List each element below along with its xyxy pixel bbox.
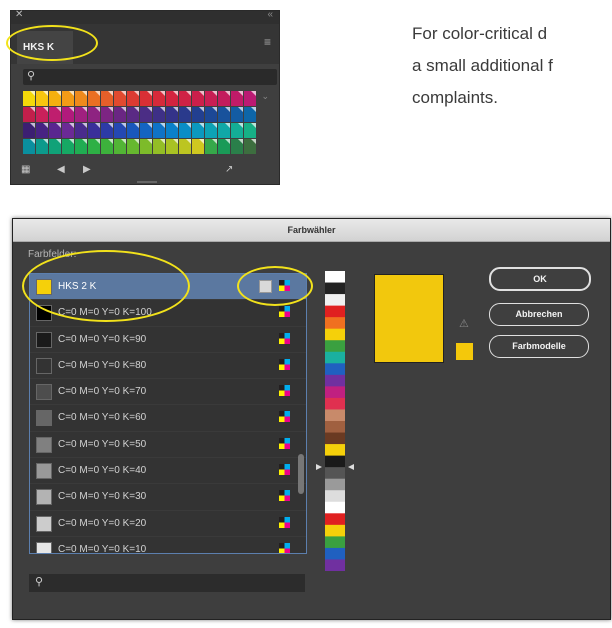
- cmyk-mode-icon: [279, 332, 290, 344]
- spectrum-band: [325, 305, 345, 318]
- next-arrow-icon[interactable]: ▶: [83, 164, 91, 175]
- collapse-icon[interactable]: «: [267, 9, 273, 20]
- list-item[interactable]: C=0 M=0 Y=0 K=40: [30, 458, 306, 485]
- spectrum-band: [325, 501, 345, 514]
- list-item[interactable]: C=0 M=0 Y=0 K=50: [30, 432, 306, 459]
- cmyk-mode-icon: [279, 411, 290, 423]
- spectrum-band: [325, 432, 345, 445]
- color-spectrum-slider[interactable]: [325, 271, 345, 571]
- color-preview: [374, 274, 444, 363]
- list-item[interactable]: C=0 M=0 Y=0 K=20: [30, 511, 306, 537]
- swatch-chip: [36, 410, 52, 427]
- search-icon: ⚲: [35, 576, 44, 588]
- swatch-chip: [36, 541, 52, 553]
- spectrum-band: [325, 317, 345, 330]
- spectrum-band: [325, 397, 345, 410]
- swatch-name: C=0 M=0 Y=0 K=40: [58, 465, 147, 477]
- list-item[interactable]: C=0 M=0 Y=0 K=30: [30, 484, 306, 511]
- highlight-circle-selected-swatch: [22, 250, 190, 322]
- spectrum-band: [325, 374, 345, 387]
- spectrum-band: [325, 294, 345, 307]
- swatch-grid: [23, 91, 259, 157]
- gamut-warning-icon[interactable]: ⚠: [459, 317, 469, 330]
- spectrum-band: [325, 271, 345, 284]
- swatch-chip: [36, 436, 52, 453]
- spectrum-band: [325, 547, 345, 560]
- swatch-name: C=0 M=0 Y=0 K=10: [58, 543, 147, 554]
- previous-arrow-icon[interactable]: ◀: [57, 164, 65, 175]
- ok-button[interactable]: OK: [489, 267, 591, 291]
- spectrum-band: [325, 421, 345, 434]
- body-text-line: a small additional f: [412, 56, 553, 75]
- expand-icon[interactable]: ↗: [225, 164, 233, 175]
- swatch-name: C=0 M=0 Y=0 K=90: [58, 333, 147, 345]
- list-item[interactable]: C=0 M=0 Y=0 K=60: [30, 405, 306, 432]
- library-icon[interactable]: ▦: [21, 164, 30, 175]
- spectrum-band: [325, 386, 345, 399]
- panel-resize-handle[interactable]: [137, 181, 157, 183]
- cancel-button[interactable]: Abbrechen: [489, 303, 589, 326]
- spectrum-band: [325, 328, 345, 341]
- cmyk-mode-icon: [279, 542, 290, 553]
- cmyk-mode-icon: [279, 464, 290, 476]
- panel-title-bar: [11, 11, 279, 24]
- spectrum-band: [325, 363, 345, 376]
- body-text: For color-critical d a small additional …: [412, 18, 612, 114]
- spectrum-band: [325, 282, 345, 295]
- spectrum-band: [325, 351, 345, 364]
- swatch-chip: [36, 384, 52, 401]
- spectrum-slider-marker[interactable]: [316, 464, 354, 470]
- swatch-name: C=0 M=0 Y=0 K=80: [58, 359, 147, 371]
- cmyk-mode-icon: [279, 358, 290, 370]
- cmyk-mode-icon: [279, 306, 290, 318]
- list-item[interactable]: C=0 M=0 Y=0 K=10: [30, 537, 306, 554]
- highlight-circle-swatch-icons: [237, 266, 313, 306]
- swatch-name: C=0 M=0 Y=0 K=70: [58, 386, 147, 398]
- swatch-chip: [36, 515, 52, 532]
- spectrum-band: [325, 513, 345, 526]
- cmyk-mode-icon: [279, 490, 290, 502]
- list-scrollbar[interactable]: [298, 454, 304, 494]
- spectrum-band: [325, 478, 345, 491]
- spectrum-band: [325, 340, 345, 353]
- dialog-title: Farbwähler: [13, 219, 610, 242]
- swatch-name: C=0 M=0 Y=0 K=50: [58, 438, 147, 450]
- panel-scroll-glyph[interactable]: ⌄: [261, 91, 269, 102]
- swatch-name: C=0 M=0 Y=0 K=60: [58, 412, 147, 424]
- swatch-chip: [36, 357, 52, 374]
- swatch-chip: [36, 489, 52, 506]
- spectrum-band: [325, 559, 345, 571]
- gamut-color-swatch[interactable]: [456, 343, 473, 360]
- list-item[interactable]: C=0 M=0 Y=0 K=70: [30, 379, 306, 406]
- swatch-search-input[interactable]: ⚲: [23, 69, 277, 85]
- highlight-circle-tab: [6, 25, 98, 61]
- spectrum-band: [325, 409, 345, 422]
- swatch-name: C=0 M=0 Y=0 K=30: [58, 491, 147, 503]
- spectrum-band: [325, 536, 345, 549]
- list-item[interactable]: C=0 M=0 Y=0 K=80: [30, 353, 306, 380]
- search-icon: ⚲: [27, 70, 36, 82]
- spectrum-band: [325, 490, 345, 503]
- color-models-button[interactable]: Farbmodelle: [489, 335, 589, 358]
- swatch-filter-input[interactable]: ⚲: [29, 574, 305, 592]
- body-text-line: complaints.: [412, 88, 498, 107]
- cmyk-mode-icon: [279, 516, 290, 528]
- swatch-chip: [36, 463, 52, 480]
- cmyk-mode-icon: [279, 437, 290, 449]
- cmyk-mode-icon: [279, 385, 290, 397]
- swatch-name: C=0 M=0 Y=0 K=20: [58, 517, 147, 529]
- swatch-chip: [36, 331, 52, 348]
- swatch-grid-svg: [23, 91, 256, 154]
- panel-menu-icon[interactable]: ≡: [264, 35, 271, 49]
- close-icon[interactable]: ✕: [15, 9, 23, 20]
- body-text-line: For color-critical d: [412, 24, 548, 43]
- list-item[interactable]: C=0 M=0 Y=0 K=90: [30, 327, 306, 353]
- spectrum-band: [325, 444, 345, 457]
- spectrum-band: [325, 524, 345, 537]
